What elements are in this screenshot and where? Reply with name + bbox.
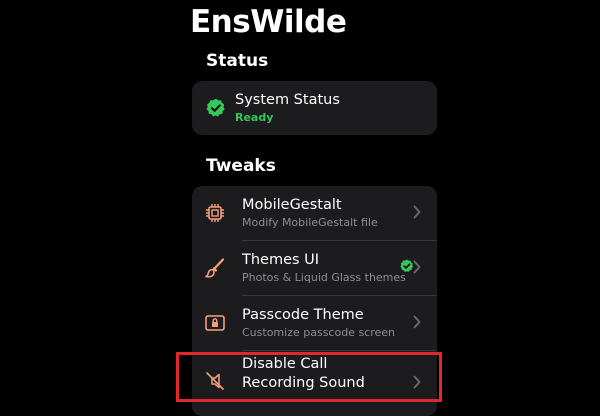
chip-icon: [206, 204, 224, 222]
status-card: System Status Ready: [192, 81, 437, 135]
tweak-subtitle: Modify MobileGestalt file: [242, 216, 378, 229]
verified-check-icon: [206, 98, 225, 117]
tweak-title: Themes UI: [242, 252, 320, 268]
chevron-right-icon: [413, 260, 421, 274]
tweaks-section-header: Tweaks: [206, 156, 276, 176]
highlight-box: [176, 352, 442, 402]
lock-screen-icon: [205, 315, 225, 331]
chevron-right-icon: [413, 315, 421, 329]
tweak-title: Passcode Theme: [242, 307, 364, 323]
tweak-title: MobileGestalt: [242, 197, 342, 213]
tweak-row-mobilegestalt[interactable]: MobileGestalt Modify MobileGestalt file: [192, 186, 437, 241]
status-title: System Status: [235, 92, 340, 108]
tweak-row-passcode-theme[interactable]: Passcode Theme Customize passcode screen: [192, 296, 437, 351]
verified-check-icon: [400, 259, 414, 272]
paintbrush-icon: [205, 258, 225, 278]
status-section-header: Status: [206, 51, 269, 71]
status-value: Ready: [235, 111, 274, 124]
chevron-right-icon: [413, 205, 421, 219]
tweak-subtitle: Photos & Liquid Glass themes: [242, 271, 406, 284]
tweak-subtitle: Customize passcode screen: [242, 326, 396, 339]
tweak-row-themes-ui[interactable]: Themes UI Photos & Liquid Glass themes: [192, 241, 437, 296]
app-title: EnsWilde: [190, 4, 347, 40]
